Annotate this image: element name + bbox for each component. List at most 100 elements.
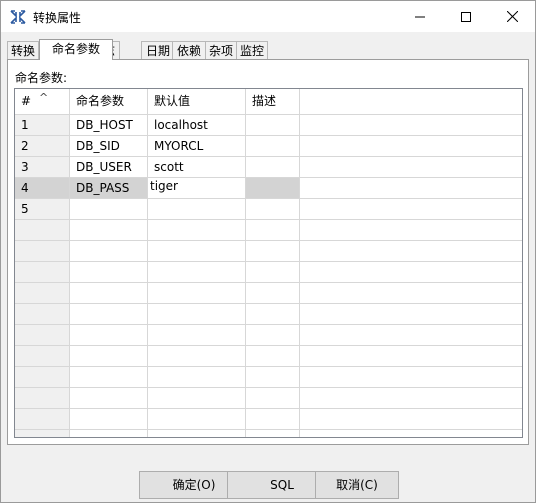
tab-date[interactable]: 日期 (141, 41, 175, 59)
empty-cell[interactable] (70, 325, 148, 346)
empty-cell[interactable] (148, 409, 246, 430)
empty-cell[interactable] (70, 262, 148, 283)
empty-cell[interactable] (148, 262, 246, 283)
empty-cell[interactable] (70, 388, 148, 409)
empty-cell[interactable] (148, 388, 246, 409)
close-icon (506, 11, 518, 22)
column-header-filler (300, 89, 522, 115)
param-default-cell[interactable]: scott (148, 157, 246, 178)
filler-cell (300, 157, 522, 178)
filler-cell (300, 199, 522, 220)
row-number-cell[interactable]: 4 (15, 178, 70, 199)
param-name-cell[interactable]: DB_USER (70, 157, 148, 178)
param-description-cell[interactable] (246, 157, 300, 178)
empty-cell[interactable] (15, 430, 70, 437)
empty-cell[interactable] (15, 262, 70, 283)
empty-cell[interactable] (246, 409, 300, 430)
empty-cell (300, 325, 522, 346)
column-header-description[interactable]: 描述 (246, 89, 300, 115)
empty-cell[interactable] (246, 220, 300, 241)
empty-cell[interactable] (15, 283, 70, 304)
maximize-button[interactable] (443, 1, 489, 32)
cancel-button[interactable]: 取消(C) (315, 471, 399, 499)
empty-cell[interactable] (70, 283, 148, 304)
empty-cell[interactable] (15, 388, 70, 409)
row-number-cell[interactable]: 2 (15, 136, 70, 157)
empty-cell[interactable] (70, 346, 148, 367)
minimize-button[interactable] (397, 1, 443, 32)
tab-misc[interactable]: 杂项 (205, 41, 237, 59)
section-label: 命名参数: (15, 71, 68, 85)
empty-cell[interactable] (148, 220, 246, 241)
empty-cell (300, 262, 522, 283)
param-description-cell[interactable] (246, 115, 300, 136)
empty-cell[interactable] (246, 283, 300, 304)
tab-monitoring[interactable]: 监控 (236, 41, 268, 59)
param-description-cell[interactable] (246, 199, 300, 220)
empty-cell[interactable] (148, 367, 246, 388)
empty-cell[interactable] (15, 346, 70, 367)
empty-cell[interactable] (246, 241, 300, 262)
row-number-cell[interactable]: 5 (15, 199, 70, 220)
tab-named-parameters[interactable]: 命名参数 (39, 39, 113, 60)
param-default-cell[interactable] (148, 199, 246, 220)
param-description-cell[interactable] (246, 136, 300, 157)
empty-cell (300, 346, 522, 367)
empty-cell[interactable] (246, 346, 300, 367)
column-header-name[interactable]: 命名参数 (70, 89, 148, 115)
empty-cell[interactable] (148, 346, 246, 367)
param-name-cell[interactable]: DB_SID (70, 136, 148, 157)
maximize-icon (461, 11, 471, 22)
empty-cell (300, 367, 522, 388)
named-parameters-panel: 命名参数: # ^ 命名参数 默认值 描述 1 DB_HOST localhost 2… (7, 59, 529, 445)
empty-cell[interactable] (15, 304, 70, 325)
empty-cell[interactable] (70, 220, 148, 241)
empty-cell[interactable] (246, 325, 300, 346)
empty-cell[interactable] (15, 241, 70, 262)
empty-cell[interactable] (246, 388, 300, 409)
empty-cell[interactable] (148, 304, 246, 325)
dialog-buttons: 确定(O) SQL 取消(C) (1, 471, 536, 499)
empty-cell (300, 430, 522, 437)
row-number-cell[interactable]: 3 (15, 157, 70, 178)
filler-cell (300, 136, 522, 157)
filler-cell (300, 115, 522, 136)
param-default-cell[interactable]: MYORCL (148, 136, 246, 157)
empty-cell[interactable] (246, 430, 300, 437)
empty-cell[interactable] (70, 241, 148, 262)
close-button[interactable] (489, 1, 535, 32)
empty-cell[interactable] (148, 283, 246, 304)
row-number-cell[interactable]: 1 (15, 115, 70, 136)
dialog-window: 转换属性 转换 日志 日期 依赖 杂项 监控 命名参数 命名参数: # ^ (0, 0, 536, 503)
empty-cell (300, 241, 522, 262)
empty-cell[interactable] (70, 367, 148, 388)
empty-cell[interactable] (70, 304, 148, 325)
tab-transform[interactable]: 转换 (7, 41, 39, 59)
column-header-number[interactable]: # ^ (15, 89, 70, 115)
param-name-cell[interactable]: DB_PASS (70, 178, 148, 199)
empty-cell[interactable] (246, 262, 300, 283)
window-title: 转换属性 (33, 11, 82, 25)
empty-cell[interactable] (15, 367, 70, 388)
param-default-cell[interactable]: localhost (148, 115, 246, 136)
empty-cell[interactable] (148, 241, 246, 262)
title-bar[interactable]: 转换属性 (1, 1, 535, 32)
column-header-default[interactable]: 默认值 (148, 89, 246, 115)
param-default-editor[interactable]: tiger (148, 178, 246, 199)
empty-cell[interactable] (70, 409, 148, 430)
empty-cell[interactable] (148, 325, 246, 346)
tab-dependencies[interactable]: 依赖 (172, 41, 206, 59)
param-description-cell[interactable] (246, 178, 300, 199)
empty-cell (300, 283, 522, 304)
empty-cell[interactable] (246, 367, 300, 388)
empty-cell[interactable] (15, 409, 70, 430)
empty-cell[interactable] (15, 220, 70, 241)
empty-cell[interactable] (246, 304, 300, 325)
param-name-cell[interactable]: DB_HOST (70, 115, 148, 136)
empty-cell (300, 304, 522, 325)
empty-cell[interactable] (15, 325, 70, 346)
empty-cell[interactable] (148, 430, 246, 437)
empty-cell[interactable] (70, 430, 148, 437)
param-name-cell[interactable] (70, 199, 148, 220)
sort-ascending-icon[interactable]: ^ (39, 89, 48, 110)
